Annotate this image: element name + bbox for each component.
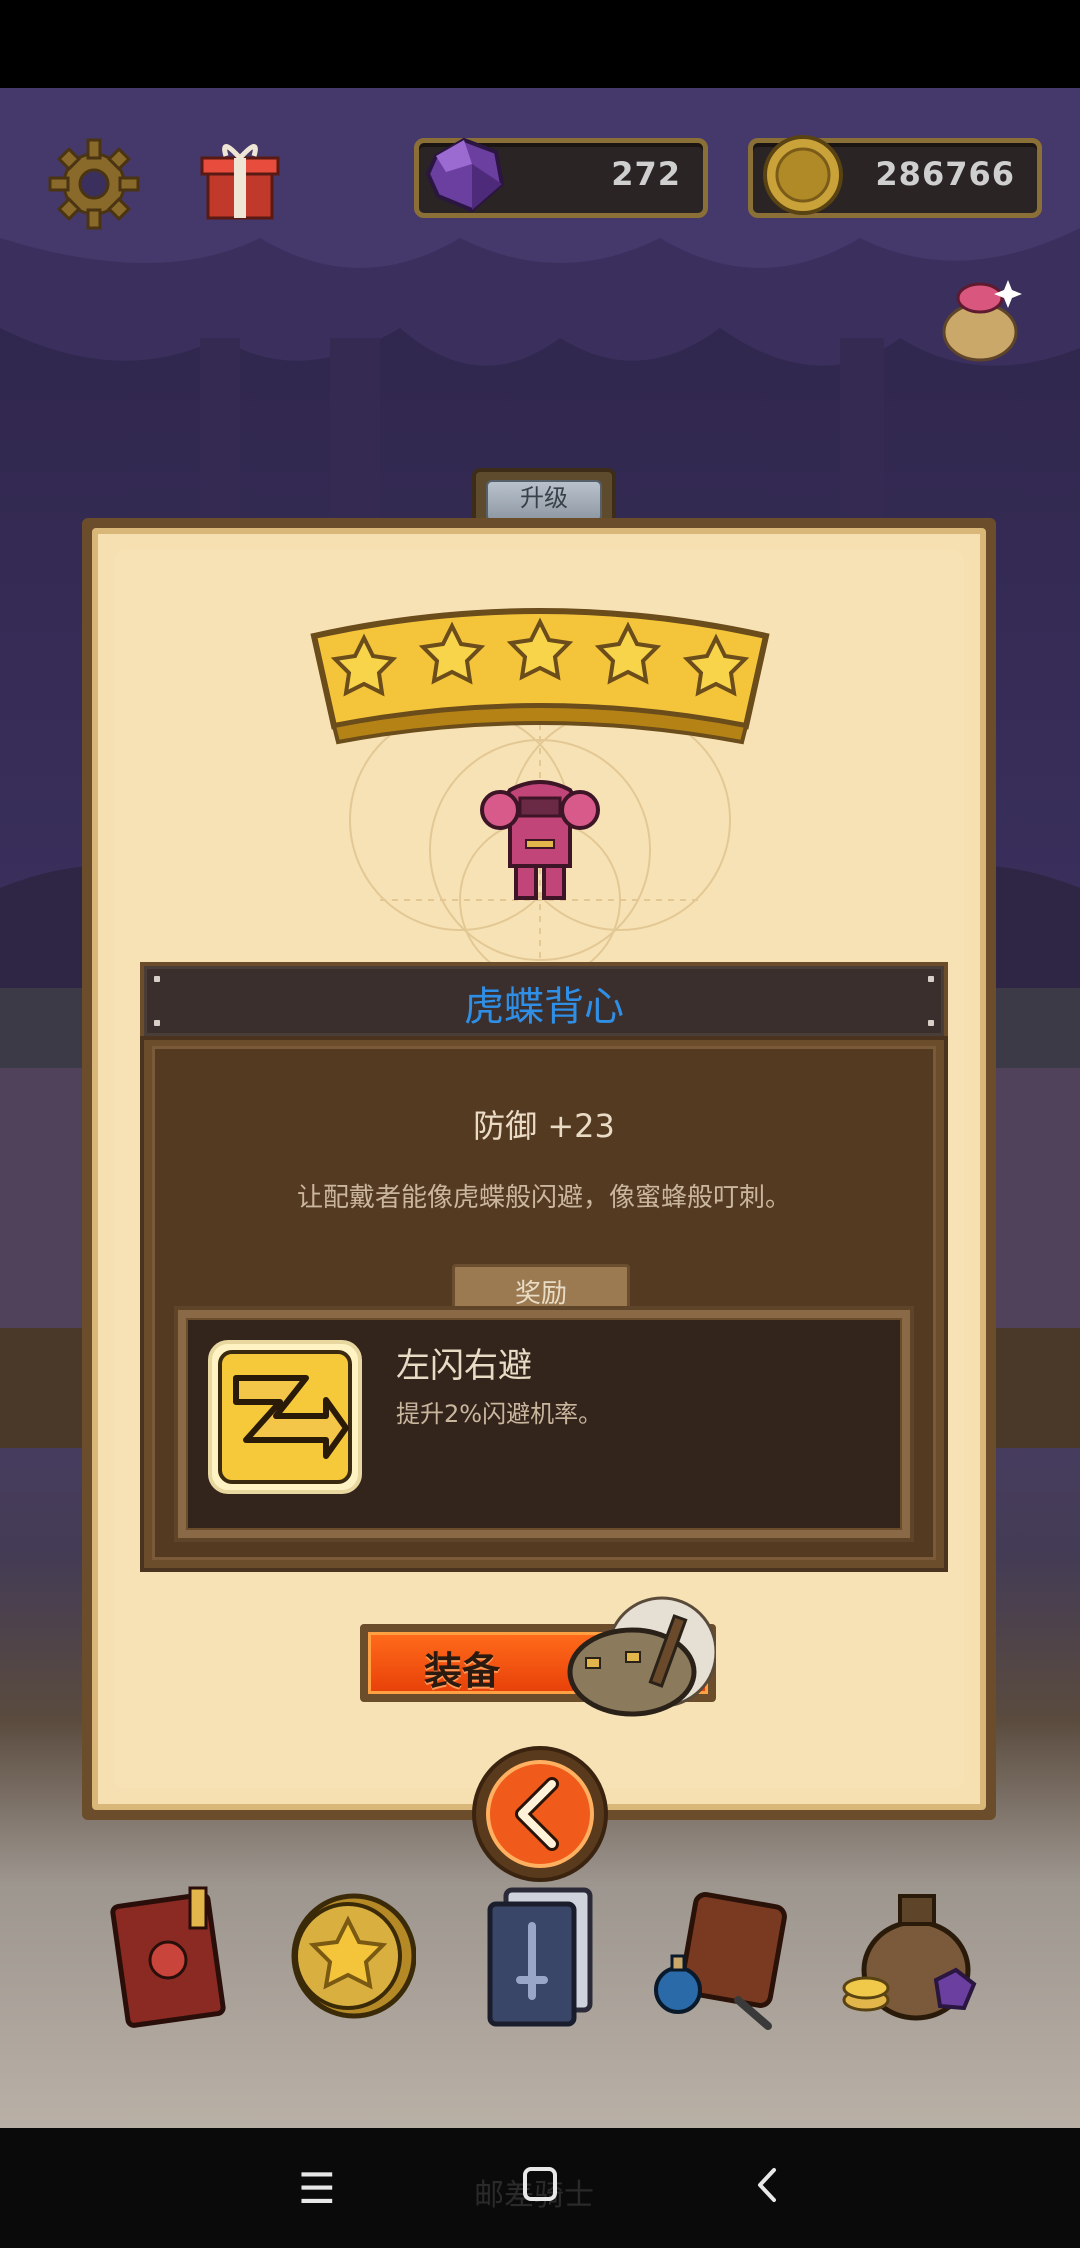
reward-skill-description: 提升2%闪避机率。 — [396, 1400, 603, 1428]
skull-book-icon[interactable] — [106, 1880, 236, 2030]
settings-gear-icon[interactable] — [44, 134, 144, 234]
sword-cards-icon[interactable] — [476, 1880, 606, 2030]
rivet — [154, 976, 160, 982]
item-description: 让配戴者能像虎蝶般闪避，像蜜蜂般叮刺。 — [296, 1183, 791, 1213]
gift-box-icon[interactable] — [190, 128, 290, 228]
backpack-potion-icon[interactable] — [648, 1880, 798, 2030]
rivet — [928, 1020, 934, 1026]
item-stat: 防御 +23 — [473, 1107, 615, 1145]
upgrade-tab-label: 升级 — [486, 480, 602, 522]
menu-icon[interactable]: ☰ — [298, 2164, 336, 2213]
mail-bag-icon — [567, 1596, 716, 1717]
treasure-bag-icon[interactable] — [930, 268, 1030, 368]
star-rating-banner — [310, 608, 770, 745]
equip-button-label: 装备 — [424, 1649, 501, 1693]
reward-skill-name: 左闪右避 — [396, 1346, 532, 1386]
purple-gem-icon — [425, 137, 505, 213]
rivet — [928, 976, 934, 982]
treasure-sack-icon[interactable] — [836, 1880, 986, 2030]
back-button[interactable] — [470, 1744, 610, 1884]
rivet — [154, 1020, 160, 1026]
item-name: 虎蝶背心 — [464, 984, 624, 1030]
gold-coin-icon — [763, 135, 843, 215]
armor-vest-icon — [480, 780, 600, 900]
item-name-bar: 虎蝶背心 — [140, 962, 948, 1040]
gem-count: 272 — [611, 155, 681, 193]
star-coin-icon[interactable] — [286, 1880, 416, 2030]
status-bar — [0, 0, 1080, 88]
home-icon[interactable] — [522, 2166, 558, 2202]
gold-count: 286766 — [875, 155, 1015, 193]
reward-tab-label: 奖励 — [514, 1279, 567, 1309]
back-nav-icon[interactable] — [754, 2166, 780, 2204]
dodge-skill-icon — [208, 1340, 362, 1494]
